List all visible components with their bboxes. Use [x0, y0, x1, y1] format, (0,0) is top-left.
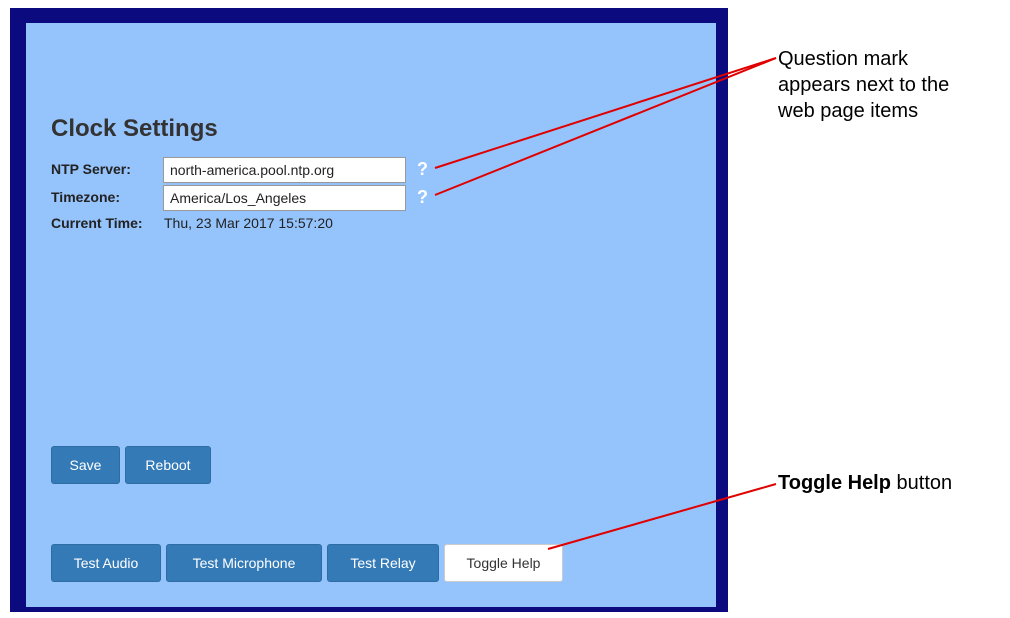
annotation-toggle-help-bold: Toggle Help — [778, 472, 891, 494]
annotation-line-3: web page items — [778, 100, 919, 122]
callout-line-timezone — [434, 57, 777, 196]
callout-line-toggle-help — [547, 483, 777, 550]
callout-line-ntp — [434, 57, 777, 169]
annotation-line-1: Question mark — [778, 48, 909, 70]
annotation-toggle-help-suffix: button — [890, 472, 953, 494]
toggle-help-annotation: Toggle Help button — [778, 470, 952, 496]
annotation-line-2: appears next to the — [778, 74, 950, 96]
question-mark-annotation: Question mark appears next to the web pa… — [778, 46, 949, 124]
